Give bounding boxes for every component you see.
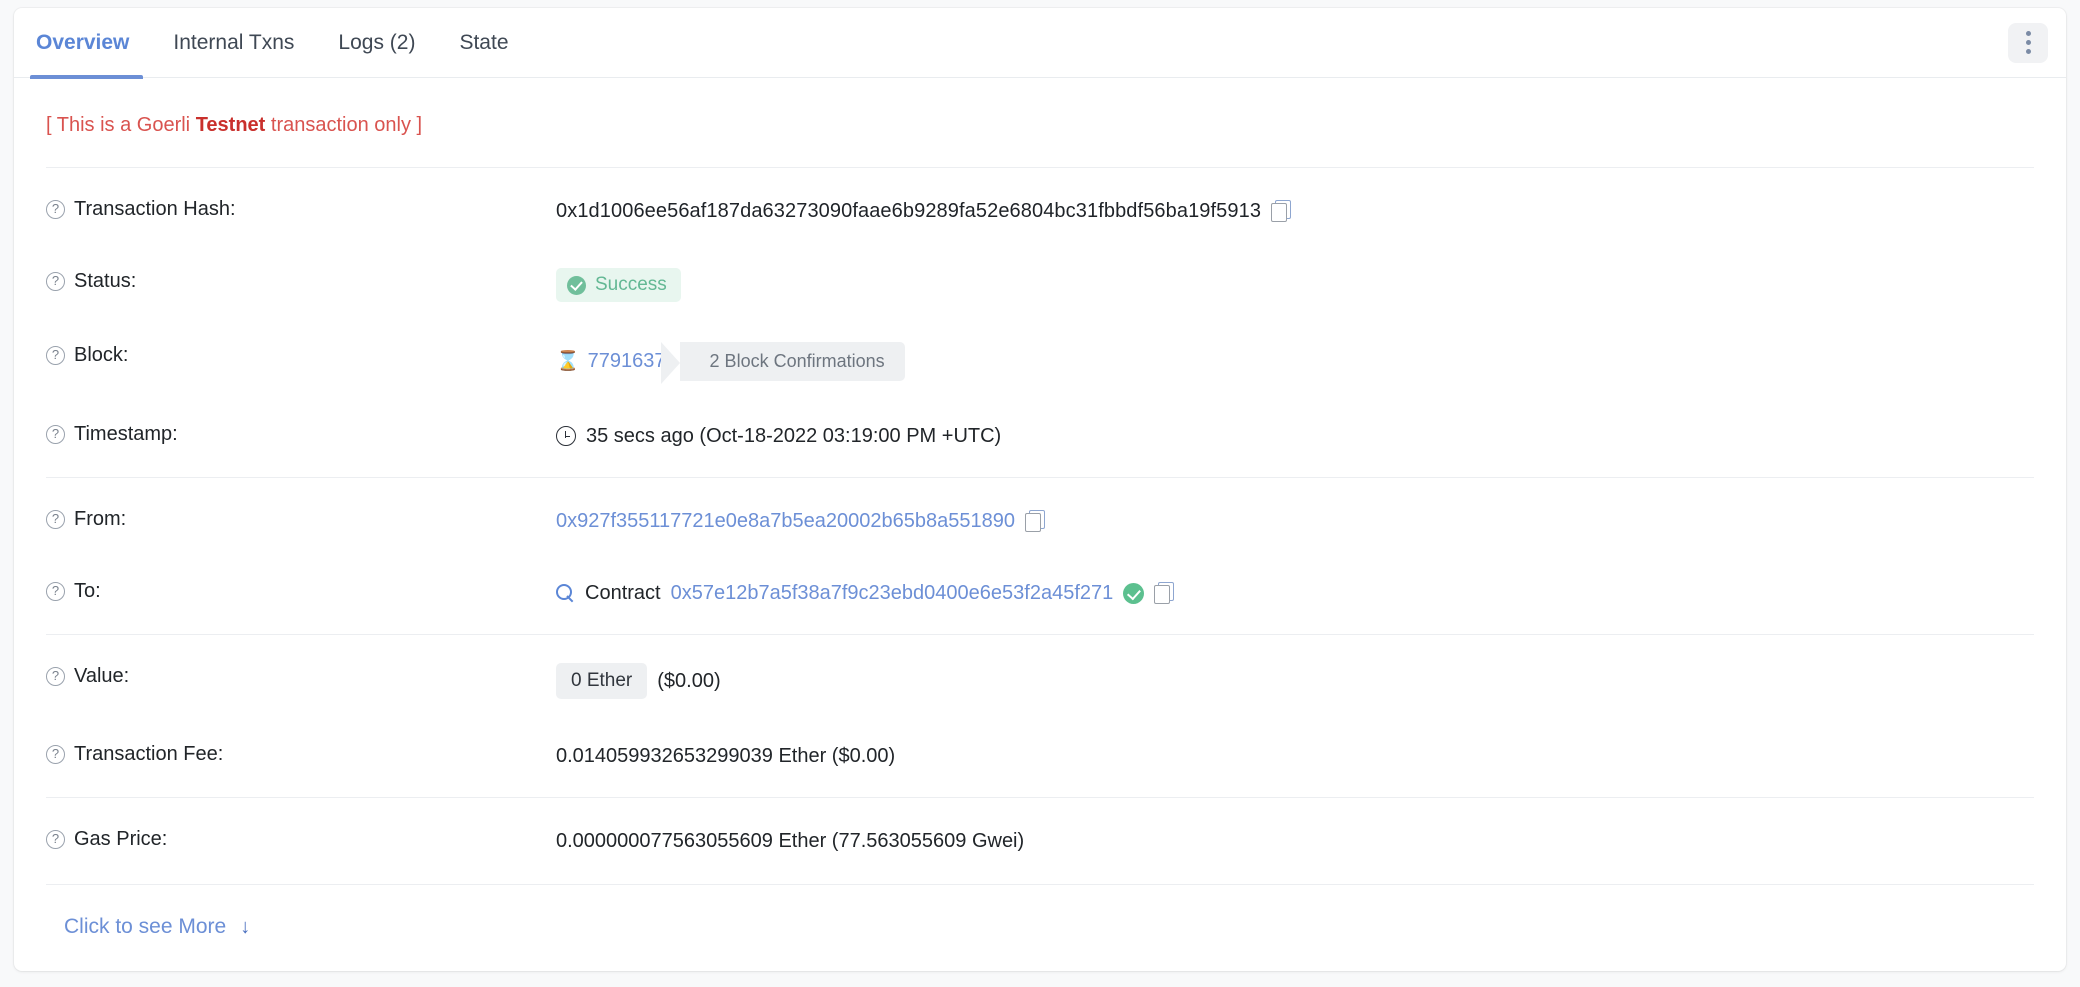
click-to-see-more-label[interactable]: Click to see More — [64, 915, 226, 939]
label-block-text: Block: — [74, 344, 129, 366]
help-icon[interactable]: ? — [46, 272, 65, 291]
tab-internal-txns-label: Internal Txns — [173, 30, 295, 54]
tab-state-label: State — [459, 30, 509, 54]
check-circle-icon — [567, 275, 586, 295]
label-value: ? Value: — [46, 663, 556, 688]
help-icon[interactable]: ? — [46, 582, 65, 601]
tab-overview[interactable]: Overview — [22, 8, 151, 79]
row-to: ? To: Contract 0x57e12b7a5f38a7f9c23ebd0… — [32, 558, 2048, 628]
label-status-text: Status: — [74, 270, 137, 292]
row-block: ? Block: ⌛ 7791637 2 Block Confirmations — [32, 322, 2048, 401]
row-status: ? Status: Success — [32, 248, 2048, 322]
value-timestamp: 35 secs ago (Oct-18-2022 03:19:00 PM +UT… — [556, 421, 2034, 451]
label-timestamp-text: Timestamp: — [74, 423, 178, 445]
help-icon[interactable]: ? — [46, 667, 65, 686]
copy-icon[interactable] — [1154, 582, 1175, 604]
magnifier-icon[interactable] — [556, 583, 575, 603]
tab-logs[interactable]: Logs (2) — [316, 8, 437, 78]
hourglass-icon: ⌛ — [556, 351, 580, 372]
label-to: ? To: — [46, 578, 556, 603]
transaction-overview-card: Overview Internal Txns Logs (2) State [ … — [14, 8, 2066, 971]
label-transaction-hash: ? Transaction Hash: — [46, 196, 556, 221]
from-address-link[interactable]: 0x927f355117721e0e8a7b5ea20002b65b8a5518… — [556, 510, 1015, 533]
label-timestamp: ? Timestamp: — [46, 421, 556, 446]
value-status: Success — [556, 268, 2034, 302]
label-status: ? Status: — [46, 268, 556, 293]
row-timestamp: ? Timestamp: 35 secs ago (Oct-18-2022 03… — [32, 401, 2048, 471]
to-address-link[interactable]: 0x57e12b7a5f38a7f9c23ebd0400e6e53f2a45f2… — [671, 582, 1114, 605]
value-ether-badge: 0 Ether — [556, 663, 648, 699]
status-badge-label: Success — [595, 274, 667, 295]
tab-overview-label: Overview — [36, 30, 130, 54]
label-transaction-fee-text: Transaction Fee: — [74, 743, 224, 765]
verified-contract-icon[interactable] — [1123, 582, 1145, 604]
value-to: Contract 0x57e12b7a5f38a7f9c23ebd0400e6e… — [556, 578, 2034, 608]
block-confirmations-badge: 2 Block Confirmations — [660, 342, 905, 384]
value-transaction-fee: 0.014059932653299039 Ether ($0.00) — [556, 741, 2034, 771]
testnet-notice: [ This is a Goerli Testnet transaction o… — [32, 78, 2048, 167]
row-transaction-fee: ? Transaction Fee: 0.014059932653299039 … — [32, 721, 2048, 791]
testnet-notice-emphasis: Testnet — [195, 114, 266, 136]
transaction-fee-value: 0.014059932653299039 Ether ($0.00) — [556, 744, 896, 767]
testnet-notice-suffix: transaction only ] — [265, 114, 423, 136]
kebab-dot-3 — [2025, 49, 2031, 54]
block-line: ⌛ 7791637 2 Block Confirmations — [556, 342, 905, 384]
tab-logs-label: Logs (2) — [338, 30, 416, 54]
label-to-text: To: — [74, 580, 101, 602]
value-block: ⌛ 7791637 2 Block Confirmations — [556, 342, 2034, 384]
gas-price-value: 0.000000077563055609 Ether (77.563055609… — [556, 829, 1025, 852]
label-transaction-hash-text: Transaction Hash: — [74, 198, 236, 220]
row-from: ? From: 0x927f355117721e0e8a7b5ea20002b6… — [32, 484, 2048, 558]
help-icon[interactable]: ? — [46, 510, 65, 529]
help-icon[interactable]: ? — [46, 425, 65, 444]
overview-body: [ This is a Goerli Testnet transaction o… — [14, 78, 2066, 939]
copy-icon[interactable] — [1271, 200, 1292, 222]
tab-state[interactable]: State — [437, 8, 530, 78]
to-contract-label: Contract — [585, 581, 661, 604]
help-icon[interactable]: ? — [46, 346, 65, 365]
label-from-text: From: — [74, 508, 127, 530]
arrow-down-icon[interactable]: ↓ — [240, 916, 250, 939]
value-from: 0x927f355117721e0e8a7b5ea20002b65b8a5518… — [556, 506, 2034, 536]
tab-bar: Overview Internal Txns Logs (2) State — [14, 8, 2066, 79]
clock-icon — [556, 426, 576, 446]
label-gas-price: ? Gas Price: — [46, 826, 556, 851]
kebab-menu-icon[interactable] — [2008, 22, 2048, 63]
status-badge: Success — [556, 268, 681, 302]
value-amount: 0 Ether ($0.00) — [556, 663, 2034, 699]
label-block: ? Block: — [46, 342, 556, 367]
value-gas-price: 0.000000077563055609 Ether (77.563055609… — [556, 826, 2034, 856]
testnet-notice-prefix: [ This is a Goerli — [46, 114, 196, 136]
label-from: ? From: — [46, 506, 556, 531]
block-number-link[interactable]: 7791637 — [588, 350, 666, 373]
label-transaction-fee: ? Transaction Fee: — [46, 741, 556, 766]
kebab-dot-2 — [2025, 40, 2031, 45]
row-transaction-hash: ? Transaction Hash: 0x1d1006ee56af187da6… — [32, 174, 2048, 248]
transaction-hash-value: 0x1d1006ee56af187da63273090faae6b9289fa5… — [556, 199, 1262, 222]
click-to-see-more[interactable]: Click to see More ↓ — [32, 885, 2048, 939]
label-gas-price-text: Gas Price: — [74, 828, 168, 850]
value-fiat: ($0.00) — [657, 669, 721, 692]
tab-internal-txns[interactable]: Internal Txns — [151, 8, 316, 78]
help-icon[interactable]: ? — [46, 745, 65, 764]
label-value-text: Value: — [74, 665, 130, 687]
help-icon[interactable]: ? — [46, 830, 65, 849]
timestamp-value: 35 secs ago (Oct-18-2022 03:19:00 PM +UT… — [586, 424, 1002, 447]
row-value-amount: ? Value: 0 Ether ($0.00) — [32, 641, 2048, 721]
value-transaction-hash: 0x1d1006ee56af187da63273090faae6b9289fa5… — [556, 196, 2034, 226]
copy-icon[interactable] — [1025, 510, 1045, 532]
row-gas-price: ? Gas Price: 0.000000077563055609 Ether … — [32, 804, 2048, 878]
help-icon[interactable]: ? — [46, 200, 65, 219]
kebab-dot-1 — [2025, 31, 2031, 36]
